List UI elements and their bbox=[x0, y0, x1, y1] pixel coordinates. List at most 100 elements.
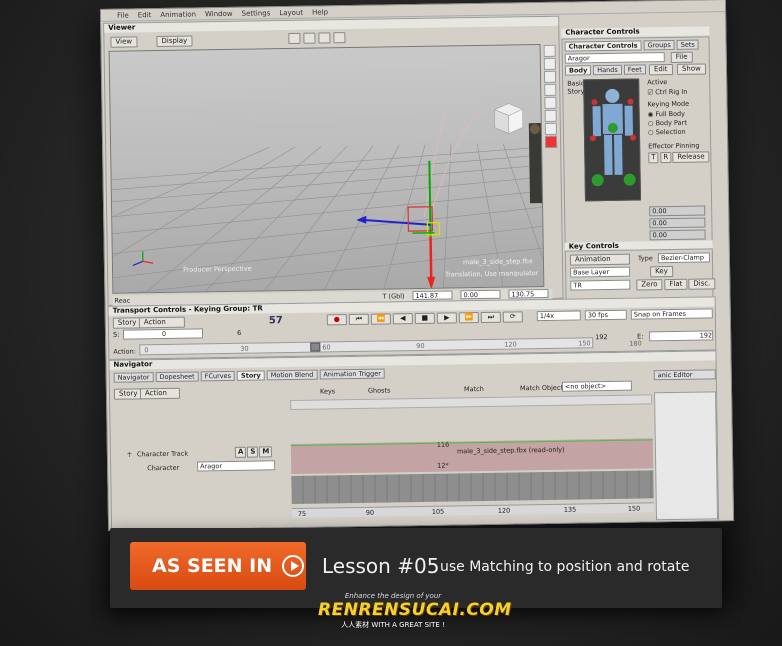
tab-character-controls[interactable]: Character Controls bbox=[564, 40, 642, 52]
story-scrollbar-top[interactable] bbox=[290, 394, 653, 411]
release-button[interactable]: Release bbox=[672, 151, 710, 163]
tab-groups[interactable]: Groups bbox=[643, 39, 675, 51]
snap-select[interactable]: Snap on Frames bbox=[630, 308, 713, 320]
navigator-tabs: Navigator Dopesheet FCurves Story Motion… bbox=[113, 368, 386, 383]
tab-navigator[interactable]: Navigator bbox=[113, 372, 154, 383]
track-flags: A S M bbox=[234, 446, 273, 458]
slider-2[interactable]: 0.00 bbox=[649, 217, 706, 229]
slider-1[interactable]: 0.00 bbox=[649, 205, 706, 217]
play-icon[interactable]: ▶ bbox=[436, 312, 457, 324]
match-object-select[interactable]: <no object> bbox=[561, 380, 632, 392]
menu-edit[interactable]: Edit bbox=[138, 11, 152, 19]
character-select[interactable]: Aragor bbox=[564, 52, 665, 64]
translate-tool-icon[interactable] bbox=[543, 57, 556, 70]
animation-editor-pane bbox=[654, 391, 719, 521]
end-field[interactable]: 192 bbox=[649, 330, 714, 342]
view-button[interactable]: View bbox=[110, 36, 138, 48]
rotate-tool-icon[interactable] bbox=[543, 70, 557, 83]
tab-feet[interactable]: Feet bbox=[623, 64, 646, 75]
goto-end-icon[interactable]: ⏭ bbox=[480, 311, 501, 324]
track-character-select[interactable]: Aragor bbox=[197, 460, 276, 472]
as-seen-in-button[interactable]: AS SEEN IN bbox=[130, 542, 306, 590]
viewer-panel: Viewer View Display Producer Perspective… bbox=[103, 15, 564, 306]
nav-story-button[interactable]: Story bbox=[113, 388, 143, 400]
prev-key-icon[interactable]: ⏪ bbox=[370, 313, 391, 325]
display-button[interactable]: Display bbox=[156, 35, 193, 48]
pan-icon[interactable] bbox=[288, 32, 301, 44]
keyframe-tool-icon[interactable] bbox=[544, 122, 557, 135]
next-key-icon[interactable]: ⏩ bbox=[458, 312, 479, 324]
file-button[interactable]: File bbox=[670, 51, 693, 63]
menu-layout[interactable]: Layout bbox=[279, 8, 303, 16]
record-button-icon[interactable]: ● bbox=[326, 314, 347, 326]
tab-story[interactable]: Story bbox=[236, 370, 265, 381]
zoom-icon[interactable] bbox=[318, 32, 331, 44]
coord-y-field[interactable]: 0.00 bbox=[460, 289, 501, 300]
track-flag-a[interactable]: A bbox=[234, 446, 247, 458]
3d-viewport[interactable]: Producer Perspective male_3_side_step.fb… bbox=[108, 44, 545, 294]
stage: File Edit Animation Window Settings Layo… bbox=[0, 0, 782, 646]
character-controls-panel: Character Controls Groups Sets Aragor Fi… bbox=[561, 36, 713, 249]
zero-button[interactable]: Zero bbox=[636, 279, 663, 291]
ctrl-rig-checkbox[interactable]: ☑ Ctrl Rig In bbox=[647, 88, 687, 97]
coord-x-field[interactable]: 141.87 bbox=[412, 290, 453, 301]
record-tool-icon[interactable] bbox=[544, 135, 558, 148]
base-layer-select[interactable]: Base Layer bbox=[570, 266, 631, 278]
tab-fcurves[interactable]: FCurves bbox=[200, 370, 236, 382]
scale-tool-icon[interactable] bbox=[544, 83, 557, 96]
nav-action-button[interactable]: Action bbox=[139, 387, 181, 400]
track-flag-m[interactable]: M bbox=[259, 446, 273, 458]
story-timeline-grid[interactable] bbox=[291, 470, 654, 504]
show-button[interactable]: Show bbox=[676, 63, 706, 75]
light-tool-icon[interactable] bbox=[544, 109, 557, 122]
coord-z-field[interactable]: 130.75 bbox=[508, 288, 549, 299]
menu-animation[interactable]: Animation bbox=[160, 10, 196, 19]
pin-r-button[interactable]: R bbox=[660, 151, 672, 164]
goto-start-icon[interactable]: ⏮ bbox=[348, 313, 369, 326]
tab-animation-editor[interactable]: anic Editor bbox=[653, 369, 716, 381]
transport-story-button[interactable]: Story bbox=[112, 317, 142, 329]
camera-tool-icon[interactable] bbox=[544, 96, 557, 109]
perspective-label: Producer Perspective bbox=[182, 264, 252, 274]
type-select[interactable]: Bezier-Clamp bbox=[657, 252, 710, 264]
animation-button[interactable]: Animation bbox=[569, 253, 631, 266]
tab-motion-blend[interactable]: Motion Blend bbox=[266, 369, 318, 381]
tab-animation-trigger[interactable]: Animation Trigger bbox=[319, 368, 386, 380]
body-map[interactable] bbox=[583, 78, 642, 202]
timeline-thumb[interactable] bbox=[310, 342, 321, 352]
selection-radio[interactable]: ○ Selection bbox=[648, 128, 686, 137]
flat-button[interactable]: Flat bbox=[664, 278, 688, 291]
start-field[interactable]: 0 bbox=[122, 328, 204, 340]
menu-settings[interactable]: Settings bbox=[242, 9, 271, 17]
edit-button[interactable]: Edit bbox=[648, 63, 673, 76]
stop-icon[interactable]: ■ bbox=[414, 312, 435, 325]
slider-3[interactable]: 0.00 bbox=[649, 229, 706, 241]
menu-window[interactable]: Window bbox=[205, 9, 233, 17]
character-track-clip[interactable]: 116 male_3_side_step.fbx (read-only) 12* bbox=[290, 438, 654, 475]
tab-dopesheet[interactable]: Dopesheet bbox=[155, 371, 199, 383]
as-seen-in-label: AS SEEN IN bbox=[152, 555, 273, 577]
pin-t-button[interactable]: T bbox=[648, 152, 659, 164]
tab-sets[interactable]: Sets bbox=[676, 39, 699, 50]
transport-action-button[interactable]: Action bbox=[138, 316, 185, 329]
tab-hands[interactable]: Hands bbox=[593, 64, 622, 76]
menu-file[interactable]: File bbox=[117, 11, 129, 19]
watermark-logo: RENRENSUCAI.COM bbox=[318, 600, 512, 620]
speed-select[interactable]: 1/4x bbox=[536, 310, 581, 322]
disc-button[interactable]: Disc. bbox=[688, 278, 716, 290]
keying-group-select[interactable]: TR bbox=[570, 279, 631, 291]
full-body-radio[interactable]: ◉ Full Body bbox=[648, 110, 685, 119]
orbit-icon[interactable] bbox=[303, 32, 316, 44]
tab-body[interactable]: Body bbox=[564, 65, 592, 76]
tick-120: 120 bbox=[504, 340, 517, 349]
select-tool-icon[interactable] bbox=[543, 44, 556, 57]
play-reverse-icon[interactable]: ◀ bbox=[392, 313, 413, 325]
loop-icon[interactable]: ⟳ bbox=[502, 311, 523, 323]
fps-select[interactable]: 30 fps bbox=[584, 309, 627, 321]
track-flag-s[interactable]: S bbox=[247, 446, 259, 458]
dolly-icon[interactable] bbox=[333, 32, 346, 44]
body-part-radio[interactable]: ○ Body Part bbox=[648, 119, 687, 128]
key-button[interactable]: Key bbox=[650, 265, 673, 278]
viewer-tool-strip bbox=[542, 43, 561, 287]
menu-help[interactable]: Help bbox=[312, 8, 328, 16]
